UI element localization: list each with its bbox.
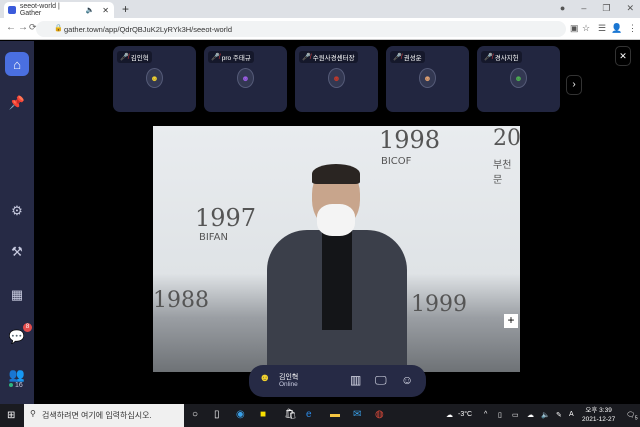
account-icon[interactable]: 👤 [611,23,622,34]
weather-icon[interactable]: ☁ [446,411,453,419]
new-tab-button[interactable]: + [122,2,129,16]
tray-chevron-icon[interactable]: ^ [484,411,487,418]
chat-badge: 8 [23,323,32,332]
participant-name: 수원사경센터장 [312,55,355,62]
online-count: 16 [9,382,23,389]
bg-text: 1998 [379,126,441,154]
browser-tab-bar: seeot-world | Gather 🔈 ✕ + ● – ❐ ✕ [0,0,640,18]
clock-time: 오후 3:39 [585,407,612,414]
person [257,164,417,372]
calendar-icon[interactable]: ▦ [5,283,29,307]
close-video-button[interactable]: ✕ [615,46,631,66]
participant-tile[interactable]: 🎤̸ 경사지헌 ☻ [477,46,560,112]
tab-title: seeot-world | Gather [19,3,60,17]
camera-blocked-icon[interactable]: ▣ [570,23,579,34]
avatar: ☻ [237,68,254,88]
profile-icon[interactable]: ● [560,3,565,14]
bg-text: 1988 [153,288,209,313]
mic-muted-icon: 🎤̸ [484,54,493,61]
bg-text: 20 [493,126,520,151]
video-feed: 1997 BIFAN 1998 BICOF 20 부천문 1988 1999 + [153,126,520,372]
clock-date: 2021-12-27 [582,416,616,423]
menu-icon[interactable]: ⋮ [628,23,637,34]
tray-app-icon[interactable]: ▯ [498,411,502,419]
expand-icon[interactable]: + [504,314,518,328]
mic-muted-icon: 🎤̸ [211,54,220,61]
forward-button[interactable]: → [18,22,28,33]
hammer-icon[interactable]: ⚒ [5,240,29,264]
cortana-icon[interactable]: ○ [192,409,198,420]
avatar: ☻ [146,68,163,88]
bookmark-star-icon[interactable]: ☆ [582,23,590,34]
store-icon[interactable]: 🛍 [284,409,297,420]
screen-share-icon[interactable]: 🖵 [375,373,387,388]
mic-muted-icon: 🎤̸ [120,54,129,61]
close-window-button[interactable]: ✕ [626,3,634,14]
back-button[interactable]: ← [6,22,16,33]
onedrive-icon[interactable]: ☁ [527,411,534,419]
ie-icon[interactable]: e [306,409,312,420]
url-input[interactable]: 🔒 gather.town/app/QdrQBJuK2LyRYk3H/seeot-… [36,21,566,37]
avatar: ☻ [328,68,345,88]
task-view-icon[interactable]: ▯ [214,409,220,420]
chrome-icon[interactable]: ◍ [375,409,384,420]
avatar: ☻ [510,68,527,88]
bg-text: 1997 [195,204,257,232]
address-bar-area: ← → ⟳ 🔒 gather.town/app/QdrQBJuK2LyRYk3H/… [0,18,640,40]
kakaotalk-icon[interactable]: ■ [260,409,266,420]
maximize-button[interactable]: ❐ [602,3,610,14]
gather-favicon [8,6,16,14]
minimize-button[interactable]: – [581,3,586,14]
chat-icon[interactable]: 💬 8 [5,323,32,349]
participant-name: pro 주태규 [221,55,251,62]
taskbar-search[interactable]: ⚲ 검색하려면 여기에 입력하십시오. [24,404,184,427]
windows-start-icon[interactable]: ⊞ [7,410,15,421]
speaker-icon: 🔈 [85,7,95,14]
participant-name: 권성운 [403,55,422,62]
url-text: gather.town/app/QdrQBJuK2LyRYk3H/seeot-w… [64,25,233,34]
my-avatar[interactable]: ☻ [259,372,271,384]
participant-tile[interactable]: 🎤̸ 김인혁 ☻ [113,46,196,112]
sidebar: ⌂ 📌 ⚙ ⚒ ▦ 💬 8 👥 16 [0,41,34,404]
pin-icon[interactable]: 📌 [5,91,29,115]
next-participants-button[interactable]: › [566,75,582,95]
participant-name: 경사지헌 [494,55,519,62]
mic-muted-icon: 🎤̸ [302,54,311,61]
map-icon[interactable]: ▥ [350,373,361,387]
bg-text: 부천문 [493,160,512,186]
bg-text: 1999 [411,292,467,317]
emoji-icon[interactable]: ☺ [401,373,413,387]
file-explorer-icon[interactable]: ▬ [330,409,340,420]
close-tab-icon[interactable]: ✕ [102,6,109,15]
avatar: ☻ [419,68,436,88]
clock[interactable]: 오후 3:39 2021-12-27 [582,406,615,424]
lock-icon: 🔒 [54,25,63,32]
reading-list-icon[interactable]: ☰ [598,23,606,34]
participant-tile[interactable]: 🎤̸ 수원사경센터장 ☻ [295,46,378,112]
bg-text: BIFAN [199,232,228,243]
gear-icon[interactable]: ⚙ [5,199,29,223]
edge-icon[interactable]: ◉ [236,409,245,420]
notification-count: 5 [634,415,638,422]
volume-icon[interactable]: 🔈 [541,411,550,419]
participant-name: 김인혁 [130,55,149,62]
pen-icon[interactable]: ✎ [556,411,562,419]
network-icon[interactable]: ▭ [512,411,519,419]
participant-tile[interactable]: 🎤̸ pro 주태규 ☻ [204,46,287,112]
home-icon[interactable]: ⌂ [5,52,29,76]
bottom-control-bar: ☻ 김인혁 Online ▥ 🖵 ☺ [249,365,426,397]
participant-tile[interactable]: 🎤̸ 권성운 ☻ [386,46,469,112]
mic-muted-icon: 🎤̸ [393,54,402,61]
ime-indicator[interactable]: A [569,411,574,418]
my-status: Online [279,381,298,388]
windows-taskbar: ⊞ ⚲ 검색하려면 여기에 입력하십시오. ○ ▯ ◉ ■ 🛍 e ▬ ✉ ◍ ☁… [0,404,640,427]
search-icon: ⚲ [30,409,36,418]
browser-tab[interactable]: seeot-world | Gather 🔈 ✕ [4,2,114,18]
weather-temp[interactable]: -3°C [458,411,472,418]
search-placeholder: 검색하려면 여기에 입력하십시오. [42,411,152,420]
mail-icon[interactable]: ✉ [353,409,361,420]
notification-icon[interactable]: 🗨5 [626,411,638,421]
